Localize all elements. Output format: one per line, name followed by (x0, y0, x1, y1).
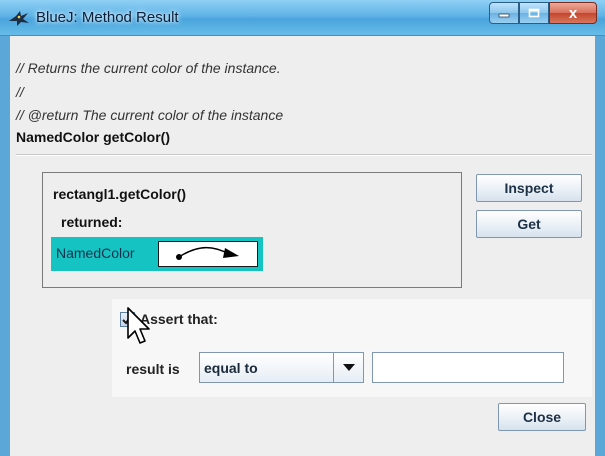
close-icon: x (568, 4, 578, 22)
object-type-label: NamedColor (56, 245, 135, 261)
separator (16, 154, 592, 156)
method-comment-line-3: // @return The current color of the inst… (16, 107, 284, 123)
window-title: BlueJ: Method Result (36, 9, 179, 26)
returned-object[interactable]: NamedColor (51, 237, 263, 271)
window-controls: x (489, 2, 597, 24)
object-reference-arrow-icon (176, 246, 239, 260)
maximize-icon (528, 8, 540, 18)
checkmark-icon (122, 314, 133, 325)
close-window-button[interactable]: x (549, 2, 597, 24)
method-call-label: rectangl1.getColor() (53, 186, 187, 202)
result-panel: rectangl1.getColor() returned: NamedColo… (42, 172, 462, 288)
assert-panel: Assert that: result is equal to (112, 299, 592, 397)
close-button[interactable]: Close (498, 403, 586, 431)
title-bar[interactable]: BlueJ: Method Result x (0, 0, 605, 36)
minimize-icon (498, 13, 510, 18)
dialog-content: // Returns the current color of the inst… (10, 37, 595, 456)
method-result-window: BlueJ: Method Result x // Returns the cu… (0, 0, 605, 456)
method-comment-line-1: // Returns the current color of the inst… (16, 60, 281, 76)
assert-label: Assert that: (140, 311, 218, 327)
method-signature: NamedColor getColor() (16, 129, 170, 145)
minimize-button[interactable] (489, 2, 519, 24)
inspect-button[interactable]: Inspect (476, 174, 582, 202)
assert-checkbox[interactable] (120, 312, 135, 327)
maximize-button[interactable] (519, 2, 549, 24)
bluej-bird-icon (9, 11, 29, 26)
object-reference-field[interactable] (158, 241, 258, 267)
returned-label: returned: (61, 214, 123, 230)
get-button[interactable]: Get (476, 210, 582, 238)
comparator-value: equal to (204, 360, 258, 376)
assert-value-input[interactable] (372, 352, 564, 383)
method-comment-line-2: // (16, 84, 24, 100)
comparator-dropdown[interactable]: equal to (199, 352, 364, 383)
dropdown-arrow[interactable] (333, 353, 363, 382)
result-is-label: result is (126, 361, 180, 377)
chevron-down-icon (342, 363, 355, 371)
